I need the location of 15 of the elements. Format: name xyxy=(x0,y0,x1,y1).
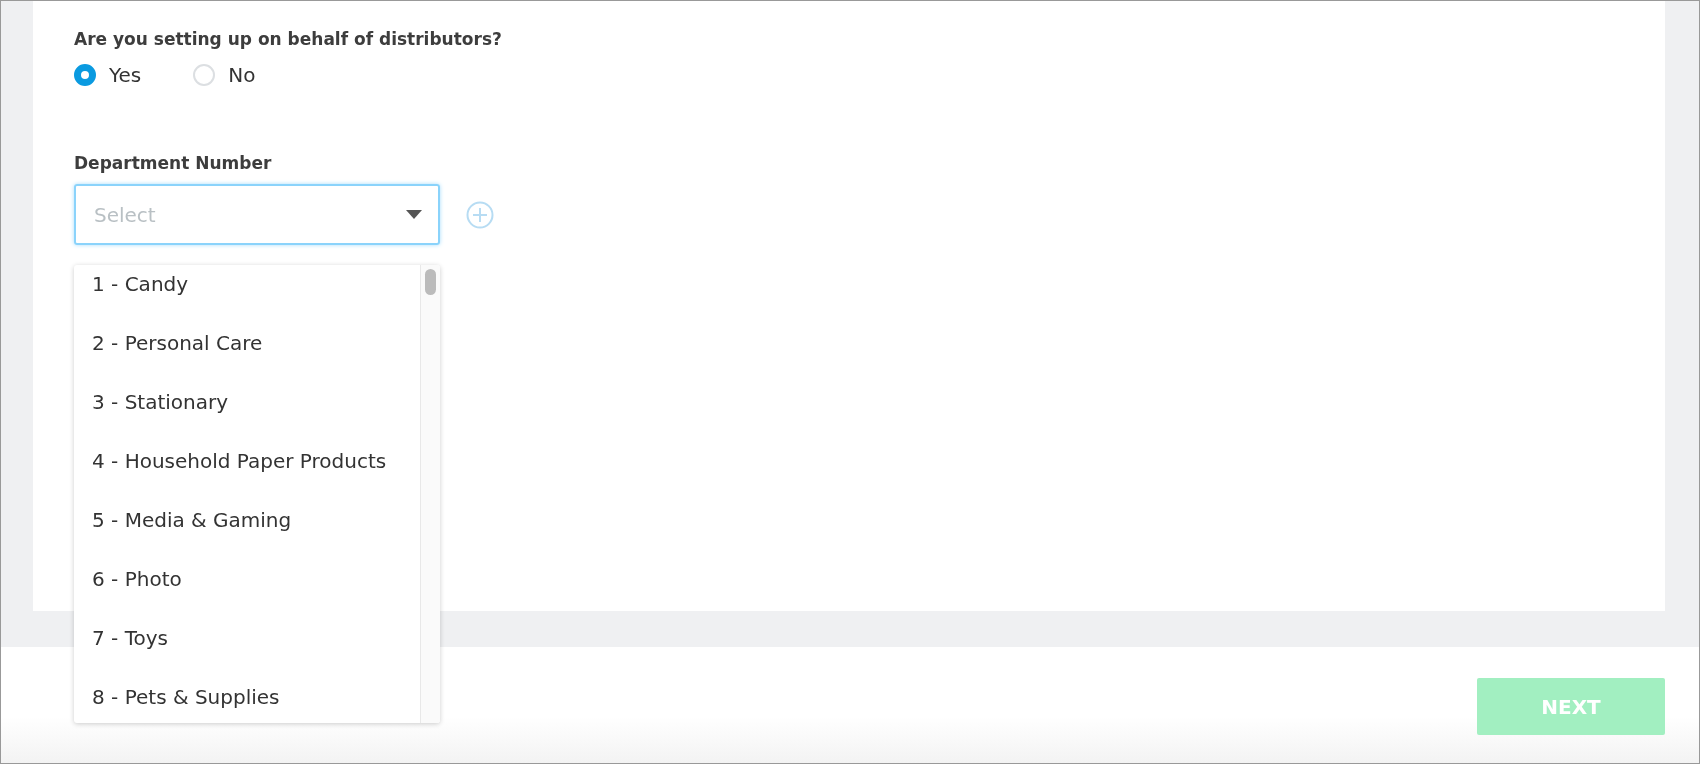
field-label: Department Number xyxy=(74,153,273,173)
scrollbar[interactable] xyxy=(420,265,440,723)
dropdown-option[interactable]: 5 - Media & Gaming xyxy=(74,505,420,564)
dropdown-option[interactable]: 2 - Personal Care xyxy=(74,328,420,387)
dropdown-option[interactable]: 3 - Stationary xyxy=(74,387,420,446)
add-icon[interactable] xyxy=(466,200,494,229)
dropdown-option[interactable]: 1 - Candy xyxy=(74,269,420,328)
dropdown-option[interactable]: 4 - Household Paper Products xyxy=(74,446,420,505)
dropdown-option[interactable]: 8 - Pets & Supplies xyxy=(74,682,420,723)
question-label: Are you setting up on behalf of distributors? xyxy=(74,29,503,49)
dropdown-option[interactable]: 6 - Photo xyxy=(74,564,420,623)
dropdown-option[interactable]: 7 - Toys xyxy=(74,623,420,682)
radio-option[interactable]: Yes xyxy=(74,63,142,87)
radio-option[interactable]: No xyxy=(193,63,256,87)
caret-icon xyxy=(406,210,422,219)
